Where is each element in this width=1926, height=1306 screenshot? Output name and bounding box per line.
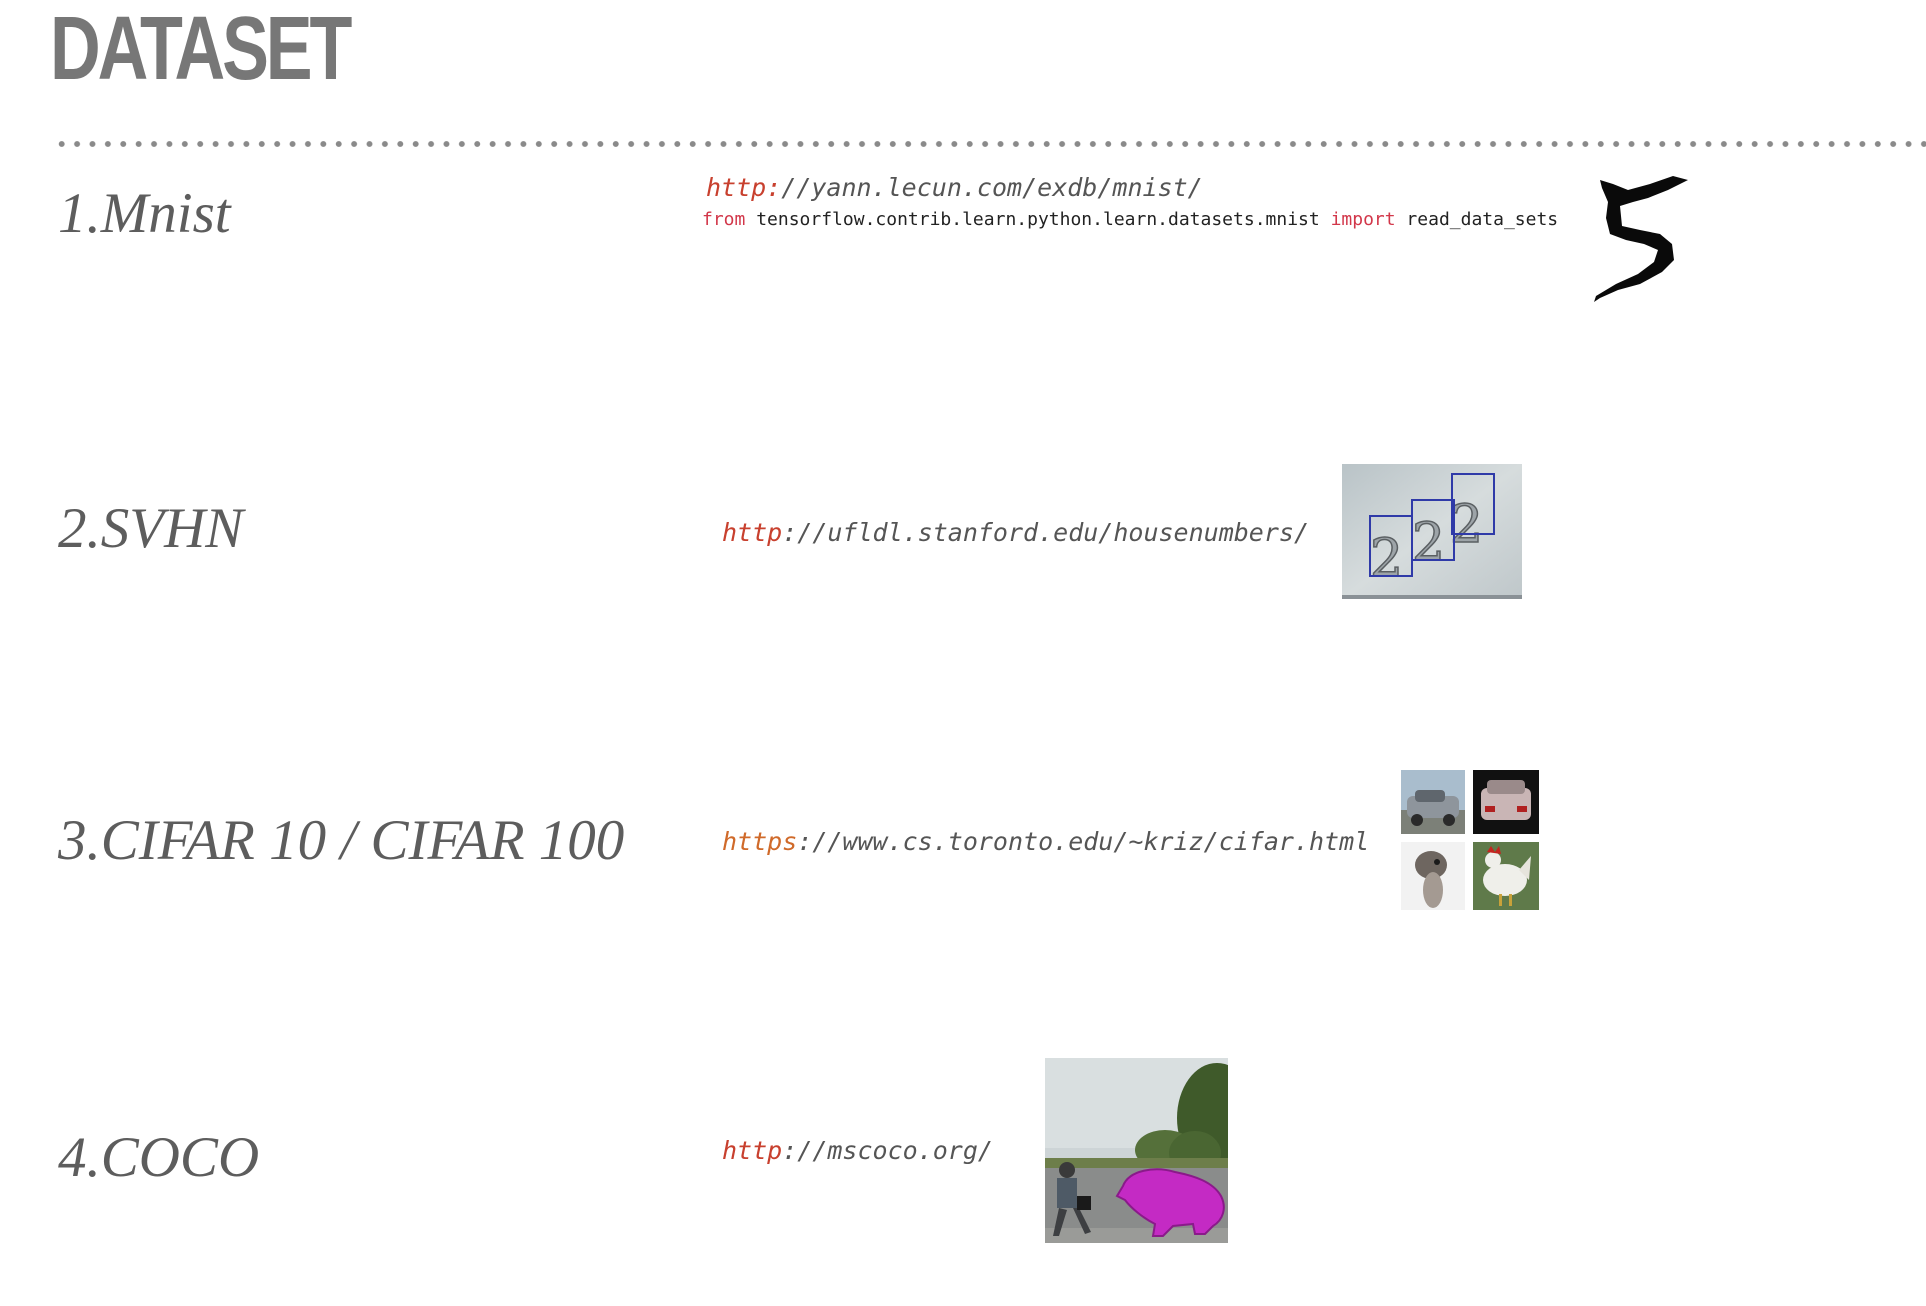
dataset-name-mnist: 1.Mnist xyxy=(58,182,231,245)
mnist-digit-image xyxy=(1588,172,1728,312)
dataset-link-mnist[interactable]: http://yann.lecun.com/exdb/mnist/ xyxy=(706,175,1203,200)
url-scheme: https xyxy=(722,827,798,856)
page-title: DATASET xyxy=(50,0,352,99)
url-path: ://ufldl.stanford.edu/housenumbers/ xyxy=(782,518,1310,547)
cifar-sample-grid xyxy=(1401,770,1539,910)
dataset-link-coco[interactable]: http://mscoco.org/ xyxy=(722,1138,993,1163)
import-code-snippet: from tensorflow.contrib.learn.python.lea… xyxy=(702,211,1558,229)
dataset-link-svhn[interactable]: http://ufldl.stanford.edu/housenumbers/ xyxy=(722,520,1309,545)
url-scheme: http: xyxy=(706,173,782,202)
code-module-path: tensorflow.contrib.learn.python.learn.da… xyxy=(745,209,1331,230)
url-scheme: http xyxy=(722,518,783,547)
dataset-link-cifar[interactable]: https://www.cs.toronto.edu/~kriz/cifar.h… xyxy=(722,829,1369,854)
url-scheme: http xyxy=(722,1136,783,1165)
coco-segmentation-image xyxy=(1045,1058,1228,1243)
dataset-name-svhn: 2.SVHN xyxy=(58,497,244,560)
svg-text:2: 2 xyxy=(1412,513,1445,573)
dataset-name-cifar: 3.CIFAR 10 / CIFAR 100 xyxy=(58,809,625,872)
dataset-name-coco: 4.COCO xyxy=(58,1126,260,1189)
code-keyword-import: import xyxy=(1330,209,1396,230)
dotted-divider xyxy=(54,139,1926,149)
url-path: //yann.lecun.com/exdb/mnist/ xyxy=(781,173,1203,202)
code-keyword-from: from xyxy=(702,209,746,230)
code-symbol: read_data_sets xyxy=(1395,209,1559,230)
svhn-sample-image: 2 2 2 xyxy=(1342,464,1522,599)
url-path: ://www.cs.toronto.edu/~kriz/cifar.html xyxy=(797,827,1370,856)
url-path: ://mscoco.org/ xyxy=(782,1136,993,1165)
svg-text:2: 2 xyxy=(1370,529,1403,589)
